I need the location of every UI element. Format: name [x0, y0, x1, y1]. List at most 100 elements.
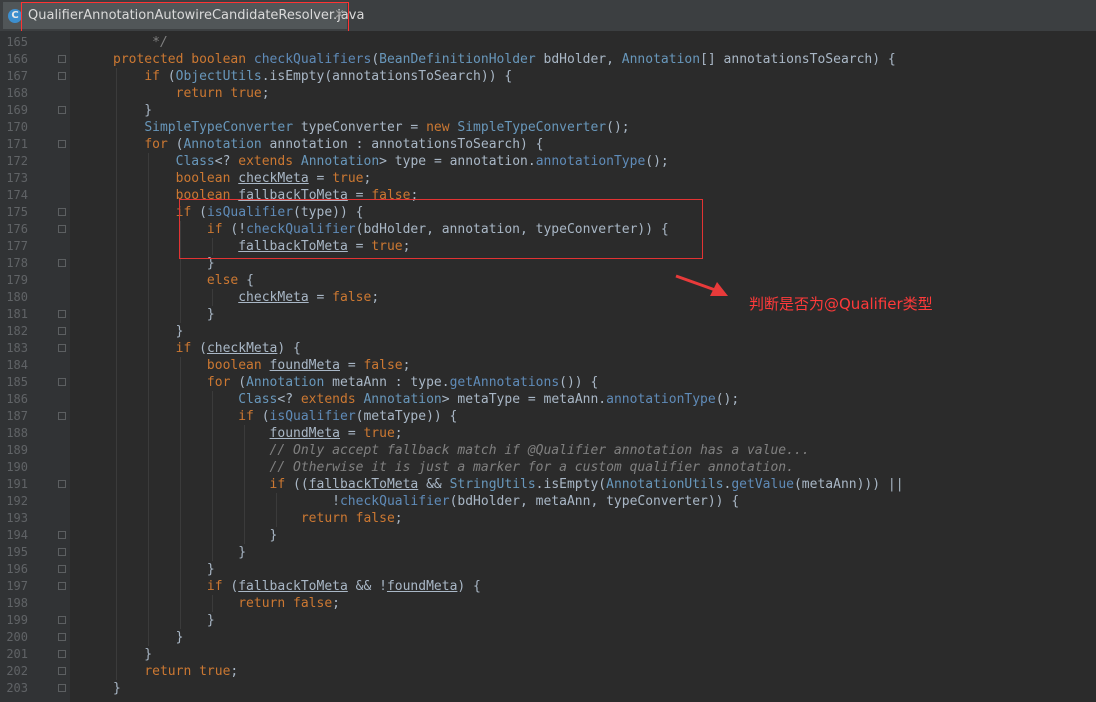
code-line[interactable]: } — [113, 527, 278, 544]
code-line[interactable]: if (checkMeta) { — [113, 340, 301, 357]
line-number: 166 — [6, 52, 28, 66]
code-line[interactable]: for (Annotation annotation : annotations… — [113, 136, 543, 153]
code-line[interactable]: } — [113, 680, 121, 697]
fold-marker-icon[interactable] — [58, 565, 66, 573]
code-line[interactable]: // Only accept fallback match if @Qualif… — [113, 442, 810, 459]
code-line[interactable]: return false; — [113, 510, 403, 527]
fold-marker-icon[interactable] — [58, 208, 66, 216]
code-line[interactable]: boolean checkMeta = true; — [113, 170, 372, 187]
code-line[interactable]: SimpleTypeConverter typeConverter = new … — [113, 119, 629, 136]
code-line[interactable]: Class<? extends Annotation> type = annot… — [113, 153, 669, 170]
fold-marker-icon[interactable] — [58, 310, 66, 318]
code-token: return — [300, 511, 356, 526]
fold-marker-icon[interactable] — [58, 259, 66, 267]
fold-marker-icon[interactable] — [58, 140, 66, 148]
code-line[interactable]: protected boolean checkQualifiers(BeanDe… — [113, 51, 896, 68]
line-number: 185 — [6, 375, 28, 389]
code-line[interactable]: for (Annotation metaAnn : type.getAnnota… — [113, 374, 598, 391]
indent-guide — [212, 238, 213, 255]
code-token: */ — [144, 35, 168, 50]
code-token: fallbackToMeta — [308, 477, 419, 492]
fold-marker-icon[interactable] — [58, 548, 66, 556]
code-line[interactable]: else { — [113, 272, 254, 289]
code-token: true — [363, 426, 395, 441]
fold-marker-icon[interactable] — [58, 582, 66, 590]
fold-marker-icon[interactable] — [58, 480, 66, 488]
line-number: 184 — [6, 358, 28, 372]
code-token: for — [206, 375, 239, 390]
code-line[interactable]: checkMeta = false; — [113, 289, 379, 306]
code-line[interactable]: return true; — [113, 663, 238, 680]
fold-marker-icon[interactable] — [58, 531, 66, 539]
fold-marker-icon[interactable] — [58, 72, 66, 80]
fold-marker-icon[interactable] — [58, 344, 66, 352]
code-line[interactable]: if (ObjectUtils.isEmpty(annotationsToSea… — [113, 68, 512, 85]
code-line[interactable]: return true; — [113, 85, 270, 102]
code-line[interactable]: } — [113, 646, 152, 663]
code-token: = — [340, 426, 364, 441]
code-token: ; — [394, 511, 403, 526]
code-line[interactable]: !checkQualifier(bdHolder, metaAnn, typeC… — [113, 493, 739, 510]
fold-marker-icon[interactable] — [58, 412, 66, 420]
fold-marker-icon[interactable] — [58, 650, 66, 658]
fold-marker-icon[interactable] — [58, 327, 66, 335]
editor-tab[interactable]: C QualifierAnnotationAutowireCandidateRe… — [3, 2, 364, 29]
code-line[interactable]: boolean foundMeta = false; — [113, 357, 411, 374]
code-line[interactable]: boolean fallbackToMeta = false; — [113, 187, 419, 204]
fold-marker-icon[interactable] — [58, 225, 66, 233]
code-token: ( — [199, 205, 207, 220]
code-token: return — [144, 664, 200, 679]
code-line[interactable]: } — [113, 561, 215, 578]
code-line[interactable]: */ — [113, 34, 168, 51]
code-editor[interactable]: */protected boolean checkQualifiers(Bean… — [70, 31, 1096, 702]
code-line[interactable]: } — [113, 306, 215, 323]
fold-marker-icon[interactable] — [58, 684, 66, 692]
code-token: checkQualifier — [246, 222, 356, 237]
fold-marker-icon[interactable] — [58, 667, 66, 675]
code-token: return — [175, 86, 231, 101]
code-token: Class — [175, 154, 215, 169]
code-line[interactable]: if (isQualifier(type)) { — [113, 204, 364, 221]
code-line[interactable]: // Otherwise it is just a marker for a c… — [113, 459, 794, 476]
code-line[interactable]: fallbackToMeta = true; — [113, 238, 410, 255]
code-token: for — [144, 137, 176, 152]
code-line[interactable]: if ((fallbackToMeta && StringUtils.isEmp… — [113, 476, 904, 493]
code-line[interactable]: } — [113, 102, 152, 119]
tab-filename[interactable]: QualifierAnnotationAutowireCandidateReso… — [28, 7, 364, 24]
line-number: 178 — [6, 256, 28, 270]
code-line[interactable]: foundMeta = true; — [113, 425, 403, 442]
fold-marker-icon[interactable] — [58, 106, 66, 114]
fold-marker-icon[interactable] — [58, 55, 66, 63]
code-token: Annotation — [621, 52, 701, 67]
code-token: <? — [214, 154, 239, 169]
close-tab-icon[interactable]: × — [334, 6, 345, 23]
code-token: SimpleTypeConverter — [144, 120, 294, 135]
code-token: > type = annotation. — [379, 154, 536, 169]
code-line[interactable]: if (isQualifier(metaType)) { — [113, 408, 457, 425]
code-line[interactable]: if (fallbackToMeta && !foundMeta) { — [113, 578, 481, 595]
line-number: 198 — [6, 596, 28, 610]
code-line[interactable]: } — [113, 612, 215, 629]
code-line[interactable]: } — [113, 255, 215, 272]
code-line[interactable]: if (!checkQualifier(bdHolder, annotation… — [113, 221, 669, 238]
code-token: extends — [300, 392, 364, 407]
fold-marker-icon[interactable] — [58, 616, 66, 624]
code-token: bdHolder, — [535, 52, 622, 67]
code-token: ObjectUtils — [175, 69, 262, 84]
code-line[interactable]: Class<? extends Annotation> metaType = m… — [113, 391, 739, 408]
code-token: = — [347, 239, 372, 254]
fold-marker-icon[interactable] — [58, 378, 66, 386]
fold-marker-icon[interactable] — [58, 633, 66, 641]
code-token: boolean — [175, 171, 239, 186]
line-number: 176 — [6, 222, 28, 236]
code-token: false — [332, 290, 372, 305]
line-number: 197 — [6, 579, 28, 593]
code-token: = — [347, 188, 372, 203]
